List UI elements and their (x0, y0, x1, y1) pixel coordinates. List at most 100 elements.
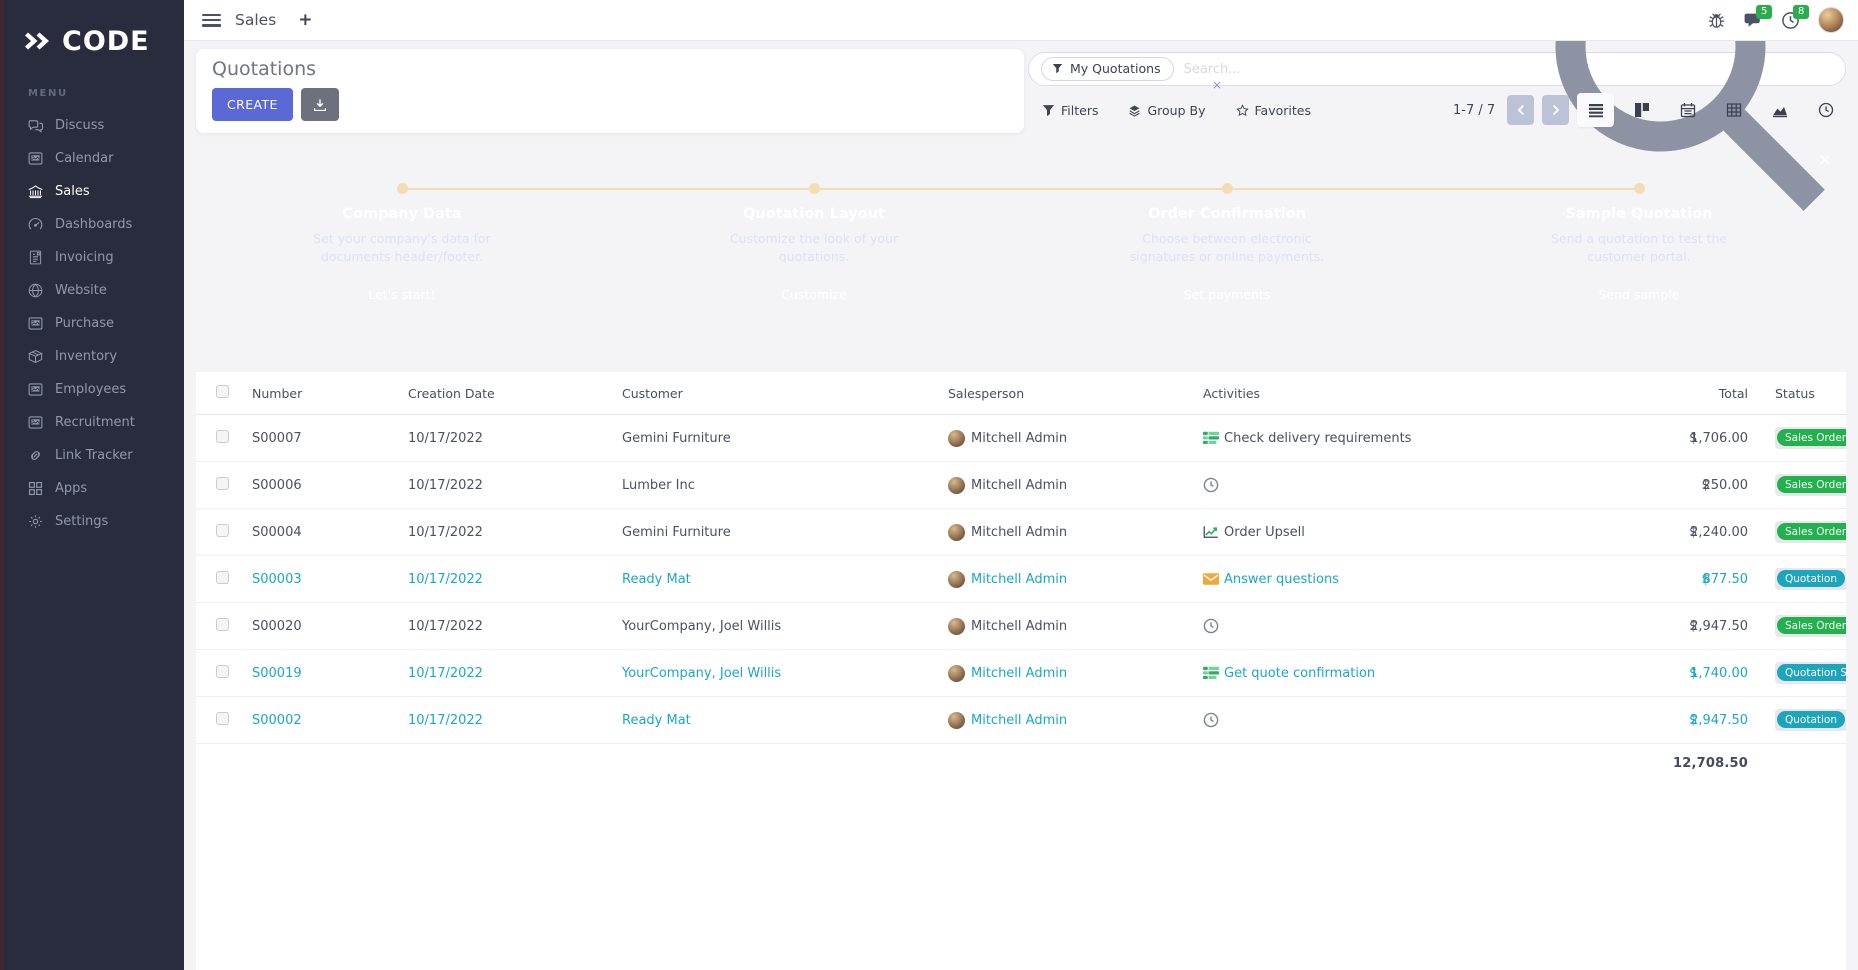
row-checkbox[interactable] (216, 524, 229, 537)
row-salesperson: Mitchell Admin (948, 665, 1203, 682)
row-checkbox[interactable] (216, 477, 229, 490)
salesperson-avatar (948, 665, 965, 682)
sidebar-item-discuss[interactable]: Discuss (4, 109, 184, 142)
column-header-customer[interactable]: Customer (622, 386, 948, 401)
activity-view-button[interactable] (1807, 93, 1844, 127)
salesperson-avatar (948, 524, 965, 541)
tasks-icon (1203, 665, 1219, 681)
table-row-s00006[interactable]: S0000610/17/2022Lumber IncMitchell Admin… (196, 462, 1846, 509)
pivot-view-button[interactable] (1715, 93, 1752, 127)
row-salesperson: Mitchell Admin (948, 524, 1203, 541)
column-header-salesperson[interactable]: Salesperson (948, 386, 1203, 401)
row-creation-date: 10/17/2022 (408, 666, 622, 681)
activity-clock-view-icon (1818, 102, 1834, 118)
hamburger-menu-icon[interactable] (202, 14, 221, 27)
group-by-button[interactable]: Group By (1128, 103, 1205, 118)
row-checkbox[interactable] (216, 618, 229, 631)
app-screen: CODE MENU DiscussCalendarSalesDashboards… (0, 0, 1858, 970)
table-row-s00007[interactable]: S0000710/17/2022Gemini FurnitureMitchell… (196, 415, 1846, 462)
sidebar-item-sales[interactable]: Sales (4, 175, 184, 208)
create-button[interactable]: CREATE (212, 88, 293, 121)
row-activity[interactable]: Answer questions (1203, 571, 1654, 587)
search-placeholder[interactable]: Search... (1184, 62, 1533, 77)
column-header-creation-date[interactable]: Creation Date (408, 386, 622, 401)
export-button[interactable] (301, 88, 339, 121)
row-creation-date: 10/17/2022 (408, 713, 622, 728)
sidebar-item-website[interactable]: Website (4, 274, 184, 307)
salesperson-avatar (948, 477, 965, 494)
row-salesperson: Mitchell Admin (948, 712, 1203, 729)
sidebar-item-dashboards[interactable]: Dashboards (4, 208, 184, 241)
let-s-start-button[interactable]: Let's start! (352, 279, 451, 310)
table-row-s00020[interactable]: S0002010/17/2022YourCompany, Joel Willis… (196, 603, 1846, 650)
filter-funnel-icon (1042, 104, 1055, 117)
select-all-checkbox[interactable] (216, 385, 229, 398)
facet-remove-button[interactable]: × (1212, 80, 1222, 90)
row-checkbox[interactable] (216, 665, 229, 678)
search-bar[interactable]: My Quotations × Search... (1028, 52, 1846, 86)
control-panel-card: Quotations CREATE (196, 49, 1024, 133)
column-header-status[interactable]: Status (1748, 386, 1846, 401)
salesperson-avatar (948, 571, 965, 588)
total-amount: 2,947.50 (1690, 619, 1748, 634)
sidebar-item-purchase[interactable]: Purchase (4, 307, 184, 340)
debug-bug-icon[interactable] (1707, 11, 1726, 30)
sidebar: CODE MENU DiscussCalendarSalesDashboards… (4, 0, 184, 970)
pager-next-button[interactable] (1542, 95, 1569, 125)
new-tab-button[interactable]: + (298, 10, 312, 30)
row-activity[interactable] (1203, 477, 1654, 493)
table-row-s00004[interactable]: S0000410/17/2022Gemini FurnitureMitchell… (196, 509, 1846, 556)
messages-icon[interactable]: 5 (1744, 11, 1763, 30)
sidebar-item-settings[interactable]: Settings (4, 505, 184, 538)
row-activity[interactable]: Check delivery requirements (1203, 430, 1654, 446)
current-app-name[interactable]: Sales (235, 11, 276, 29)
row-checkbox[interactable] (216, 571, 229, 584)
row-checkbox[interactable] (216, 430, 229, 443)
table-row-s00019[interactable]: S0001910/17/2022YourCompany, Joel Willis… (196, 650, 1846, 697)
column-header-total[interactable]: Total (1654, 386, 1748, 401)
quotations-table: NumberCreation DateCustomerSalespersonAc… (196, 372, 1846, 970)
pager-previous-button[interactable] (1507, 95, 1534, 125)
sidebar-item-apps[interactable]: Apps (4, 472, 184, 505)
brand-logo[interactable]: CODE (4, 0, 184, 62)
sidebar-item-calendar[interactable]: Calendar (4, 142, 184, 175)
set-payments-button[interactable]: Set payments (1168, 279, 1287, 310)
image-icon (27, 315, 44, 332)
sidebar-item-link-tracker[interactable]: Link Tracker (4, 439, 184, 472)
row-checkbox[interactable] (216, 712, 229, 725)
table-row-s00003[interactable]: S0000310/17/2022Ready MatMitchell AdminA… (196, 556, 1846, 603)
row-activity[interactable]: Get quote confirmation (1203, 665, 1654, 681)
customize-button[interactable]: Customize (765, 279, 863, 310)
row-creation-date: 10/17/2022 (408, 619, 622, 634)
row-creation-date: 10/17/2022 (408, 572, 622, 587)
sidebar-item-label: Purchase (55, 316, 114, 331)
calendar-view-button[interactable] (1669, 93, 1706, 127)
table-total-sum: 12,708.50 (1654, 756, 1748, 771)
graph-view-button[interactable] (1761, 93, 1798, 127)
row-activity[interactable] (1203, 618, 1654, 634)
sidebar-item-recruitment[interactable]: Recruitment (4, 406, 184, 439)
activities-clock-icon[interactable]: 8 (1781, 11, 1800, 30)
kanban-view-button[interactable] (1623, 93, 1660, 127)
table-row-s00002[interactable]: S0000210/17/2022Ready MatMitchell Admin$… (196, 697, 1846, 744)
search-facet-chip[interactable]: My Quotations (1041, 57, 1174, 81)
step-title: Order Confirmation (1087, 206, 1367, 222)
row-activity[interactable] (1203, 712, 1654, 728)
salesperson-avatar (948, 618, 965, 635)
sidebar-item-label: Calendar (55, 151, 113, 166)
row-customer: Gemini Furniture (622, 431, 948, 446)
column-header-number[interactable]: Number (252, 386, 408, 401)
sidebar-item-invoicing[interactable]: Invoicing (4, 241, 184, 274)
user-avatar[interactable] (1818, 7, 1844, 33)
favorites-button[interactable]: Favorites (1236, 103, 1311, 118)
status-badge: Sales Order (1777, 429, 1846, 446)
list-view-button[interactable] (1577, 93, 1614, 127)
sidebar-item-employees[interactable]: Employees (4, 373, 184, 406)
send-sample-button[interactable]: Send sample (1583, 279, 1696, 310)
column-header-activities[interactable]: Activities (1203, 386, 1654, 401)
row-activity[interactable]: Order Upsell (1203, 524, 1654, 540)
sidebar-item-inventory[interactable]: Inventory (4, 340, 184, 373)
row-customer: Gemini Furniture (622, 525, 948, 540)
banner-close-button[interactable]: × (1818, 150, 1832, 170)
filters-button[interactable]: Filters (1042, 103, 1098, 118)
